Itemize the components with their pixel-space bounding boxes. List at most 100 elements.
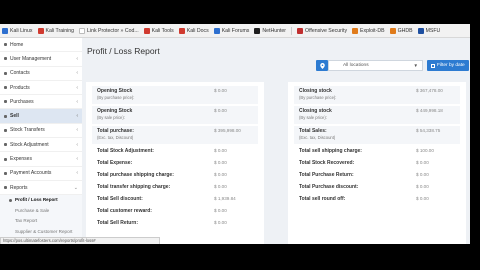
sidebar-item-stock-adjustment[interactable]: Stock Adjustment ‹ — [0, 138, 82, 153]
right-summary-panel: Closing stock (By purchase price): $ 367,4… — [288, 82, 466, 244]
sidebar-item-products[interactable]: Products ‹ — [0, 81, 82, 96]
chevron-icon: ‹ — [76, 141, 78, 148]
bookmark-item[interactable]: MSFU — [417, 27, 441, 34]
bookmark-item[interactable]: Exploit-DB — [352, 27, 385, 34]
sidebar-item-sell[interactable]: Sell ‹ — [0, 109, 82, 124]
summary-label: Total purchase shipping charge: — [97, 172, 174, 178]
chevron-icon: ‹ — [76, 84, 78, 91]
bookmark-separator — [291, 26, 293, 35]
summary-label: Opening Stock — [97, 88, 133, 94]
summary-label: Total Purchase Return: — [299, 172, 354, 178]
sidebar-item-label: Contacts — [10, 70, 30, 77]
bookmark-item[interactable]: Kali Forums — [213, 27, 250, 34]
summary-value: $ 0.00 — [416, 196, 429, 201]
summary-label: Total Sell Return: — [97, 220, 139, 226]
bookmark-label: MSFU — [425, 27, 441, 34]
summary-label: Total Stock Recovered: — [299, 160, 355, 166]
bookmark-favicon-icon — [143, 27, 150, 34]
summary-sublabel: (Exc. tax, Discount) — [299, 135, 336, 140]
toolbar: All locations ▼ Filter by date — [316, 60, 469, 71]
sidebar-item-purchases[interactable]: Purchases ‹ — [0, 95, 82, 110]
summary-sublabel: (Exc. tax, Discount) — [97, 135, 134, 140]
bookmark-item[interactable]: Kali Training — [37, 27, 75, 34]
summary-value: $ 0.00 — [214, 148, 227, 153]
chevron-icon: ‹ — [76, 156, 78, 163]
bookmark-favicon-icon — [213, 27, 220, 34]
subnav-item[interactable]: Purchase & Sale — [0, 206, 82, 217]
bookmark-item[interactable]: Link Protector » Cod... — [79, 27, 139, 34]
summary-sublabel: (By sale price): — [299, 115, 327, 120]
subnav-item[interactable]: Tax Report — [0, 216, 82, 227]
sidebar-item-expenses[interactable]: Expenses ‹ — [0, 152, 82, 167]
sidebar-item-icon — [4, 171, 7, 175]
bookmark-label: Exploit-DB — [360, 27, 385, 34]
bookmark-label: NetHunter — [262, 27, 287, 34]
bookmark-label: Kali Docs — [186, 27, 209, 34]
sidebar-item-label: Products — [10, 84, 30, 91]
left-summary-panel: Opening Stock (By purchase price): $ 0.00 O… — [86, 82, 264, 244]
sidebar-item-label: Stock Transfers — [10, 127, 45, 134]
sidebar-item-stock-transfers[interactable]: Stock Transfers ‹ — [0, 124, 82, 139]
summary-label: Total Sales: — [299, 128, 327, 134]
sidebar-item-label: Expenses — [10, 156, 32, 163]
sidebar-item-icon — [4, 86, 7, 90]
subnav-item[interactable]: Profit / Loss Report — [0, 195, 82, 206]
sidebar-item-icon — [4, 100, 7, 104]
location-select[interactable]: All locations ▼ — [328, 60, 423, 71]
bookmark-label: Offensive Security — [305, 27, 348, 34]
sidebar-item-user-management[interactable]: User Management ‹ — [0, 52, 82, 67]
sidebar: Home User Management ‹ Contacts ‹ Products ‹ Pu… — [0, 38, 82, 244]
reports-subnav: Profit / Loss Report Purchase & Sale Tax R… — [0, 195, 82, 238]
filter-by-date-label: Filter by date — [437, 63, 465, 68]
letterbox-bottom — [0, 244, 480, 270]
screen: Kali Linux Kali Training Link Protector » … — [0, 0, 480, 270]
bookmark-item[interactable]: Kali Linux — [2, 27, 33, 34]
summary-label: Total purchase: — [97, 128, 134, 134]
summary-value: $ 0.00 — [214, 172, 227, 177]
bookmark-favicon-icon — [352, 27, 359, 34]
chevron-icon: ‹ — [76, 55, 78, 62]
bookmark-label: Link Protector » Cod... — [87, 27, 139, 34]
summary-label: Closing stock — [299, 108, 332, 114]
bookmark-favicon-icon — [389, 27, 396, 34]
bookmark-item[interactable]: Kali Tools — [143, 27, 174, 34]
summary-label: Total sell round off: — [299, 196, 346, 202]
sidebar-item-payment-accounts[interactable]: Payment Accounts ‹ — [0, 167, 82, 181]
subnav-item-label: Purchase & Sale — [15, 207, 50, 213]
sidebar-item-label: User Management — [10, 55, 52, 62]
chevron-icon: ‹ — [76, 98, 78, 105]
location-select-value: All locations — [343, 63, 369, 68]
sidebar-item-icon — [4, 157, 7, 161]
sidebar-item-reports[interactable]: Reports ⌄ — [0, 181, 82, 196]
summary-value: $ 395,998.00 — [214, 128, 241, 133]
sidebar-item-home[interactable]: Home — [0, 38, 82, 53]
bookmark-label: Kali Training — [45, 27, 75, 34]
bookmark-item[interactable]: Kali Docs — [178, 27, 209, 34]
bookmark-item[interactable]: GHDB — [389, 27, 413, 34]
sidebar-item-label: Stock Adjustment — [10, 141, 49, 148]
sidebar-item-label: Sell — [10, 113, 19, 120]
sidebar-item-label: Reports — [10, 184, 28, 191]
bookmark-label: Kali Forums — [221, 27, 250, 34]
sidebar-item-contacts[interactable]: Contacts ‹ — [0, 67, 82, 81]
sidebar-item-icon — [4, 57, 7, 61]
sidebar-item-label: Payment Accounts — [10, 170, 52, 177]
page-title: Profit / Loss Report — [87, 46, 160, 56]
bookmarks-bar: Kali Linux Kali Training Link Protector » … — [0, 24, 470, 38]
subnav-item-label: Tax Report — [15, 218, 38, 224]
letterbox-right — [470, 24, 480, 270]
location-icon-button[interactable] — [316, 60, 328, 71]
summary-value: $ 100.00 — [416, 148, 434, 153]
summary-label: Opening Stock — [97, 108, 133, 114]
bookmark-item[interactable]: NetHunter — [254, 27, 287, 34]
bookmark-item[interactable]: Offensive Security — [297, 27, 348, 34]
filter-by-date-button[interactable]: Filter by date — [427, 60, 469, 71]
main-content: Profit / Loss Report All locations ▼ Fil… — [82, 38, 470, 244]
calendar-icon — [431, 63, 435, 68]
summary-sublabel: (By purchase price): — [97, 95, 135, 100]
summary-label: Total Sell discount: — [97, 196, 143, 202]
sidebar-item-icon — [4, 186, 7, 190]
summary-label: Total sell shipping charge: — [299, 148, 362, 154]
map-marker-icon — [319, 62, 325, 69]
subnav-item-label: Supplier & Customer Report — [15, 229, 73, 235]
